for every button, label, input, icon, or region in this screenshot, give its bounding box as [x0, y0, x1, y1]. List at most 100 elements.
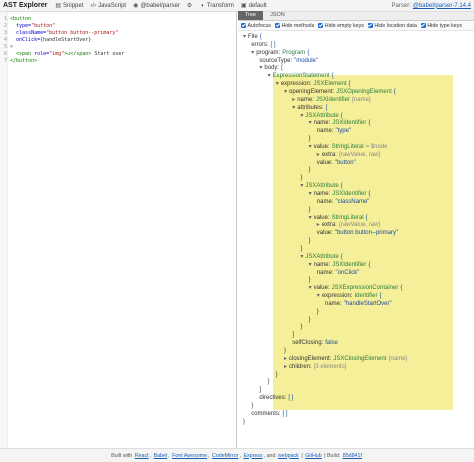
- collapse-icon[interactable]: ▾: [300, 183, 303, 189]
- snippet-menu[interactable]: ▤ Snippet: [55, 2, 83, 10]
- node-key: name:: [313, 191, 331, 197]
- node-key: value:: [313, 214, 330, 221]
- collapse-icon[interactable]: ▾: [284, 89, 287, 95]
- tree-node[interactable]: ▾ name: JSXIdentifier{: [309, 120, 373, 127]
- parser-version-link[interactable]: @babel/parser-7.14.4: [413, 3, 471, 9]
- collapse-icon[interactable]: ▾: [276, 81, 279, 87]
- tree-node[interactable]: ▾ name: JSXIdentifier{: [309, 262, 373, 269]
- tree-node[interactable]: ▾ JSXAttribute{: [300, 113, 344, 120]
- tree-node[interactable]: ▾ attributes:[: [292, 105, 329, 112]
- node-key: value:: [316, 159, 333, 166]
- tree-node[interactable]: ▾ program: Program{: [251, 50, 311, 57]
- tree-node: comments:[ ]: [251, 411, 289, 418]
- tree-node[interactable]: ▾ value: StringLiteral{: [309, 215, 370, 222]
- node-key: name:: [313, 261, 331, 268]
- tree-node: name: "handleStartOver": [325, 301, 394, 308]
- node-type: Identifier: [354, 293, 378, 300]
- tree-node[interactable]: ▸ closingElement: JSXClosingElement {name}: [284, 356, 409, 363]
- option-hide-methods[interactable]: Hide methods: [275, 23, 314, 29]
- default-menu[interactable]: ▣ default: [241, 2, 267, 10]
- collapse-icon[interactable]: ▾: [309, 144, 312, 150]
- footer-link-github[interactable]: GitHub: [305, 453, 322, 459]
- node-key: name:: [313, 120, 331, 127]
- parser-select[interactable]: ◉ @babel/parser: [133, 2, 180, 10]
- tree-node: }: [243, 419, 247, 426]
- collapse-icon[interactable]: ▾: [309, 191, 312, 197]
- collapse-icon[interactable]: ▾: [309, 120, 312, 126]
- node-key: program:: [256, 49, 281, 56]
- footer-link-codemirror[interactable]: CodeMirror: [212, 453, 239, 459]
- node-meta: {name}: [388, 355, 408, 362]
- checkbox-checked[interactable]: [275, 23, 281, 28]
- expand-icon[interactable]: ▸: [317, 152, 320, 158]
- expand-icon[interactable]: ▸: [292, 97, 295, 103]
- tree-node[interactable]: ▾ name: JSXIdentifier{: [309, 191, 373, 198]
- code-icon: ‹/›: [90, 2, 97, 9]
- node-key: expression:: [321, 293, 353, 300]
- node-key: name:: [316, 269, 334, 276]
- node-key: extra:: [321, 222, 337, 229]
- tree-node[interactable]: ▾ body:[: [259, 65, 284, 72]
- tree-node[interactable]: ▸ name: JSXIdentifier {name}: [292, 97, 373, 104]
- expand-icon[interactable]: ▸: [317, 222, 320, 228]
- transform-toggle[interactable]: ◐ Transform: [201, 3, 234, 9]
- code-editor[interactable]: 1 <button 2 type="button" 3 className="butt…: [0, 12, 237, 448]
- collapse-icon[interactable]: ▾: [309, 262, 312, 268]
- checkbox-checked[interactable]: [318, 23, 324, 28]
- tree-node[interactable]: ▸ children: [3 elements]: [284, 364, 348, 371]
- collapse-icon[interactable]: ▾: [268, 73, 271, 79]
- collapse-icon[interactable]: ▾: [259, 65, 262, 71]
- code-token: <span: [10, 51, 35, 57]
- tree-node[interactable]: ▸ extra: {rawValue, raw}: [317, 152, 383, 159]
- footer-link-font-awesome[interactable]: Font Awesome: [172, 453, 207, 459]
- tree-node[interactable]: ▾ expression: Identifier{: [317, 293, 384, 300]
- collapse-icon[interactable]: ▾: [300, 113, 303, 119]
- footer-link-webpack[interactable]: webpack: [278, 453, 299, 459]
- footer-link-build[interactable]: 85d841f: [343, 453, 362, 459]
- tree-node[interactable]: ▾ JSXAttribute{: [300, 183, 344, 190]
- node-type: JSXIdentifier: [315, 96, 350, 103]
- tree-node: value: "button button--primary": [317, 230, 400, 237]
- option-autofocus[interactable]: Autofocus: [241, 23, 271, 29]
- tab-json[interactable]: JSON: [263, 11, 292, 20]
- node-value: {: [340, 253, 343, 260]
- collapse-icon[interactable]: ▾: [243, 34, 246, 40]
- tree-node[interactable]: ▾ value: StringLiteral = $node: [309, 144, 390, 151]
- collapse-icon[interactable]: ▾: [309, 285, 312, 291]
- tree-node: name: "onClick": [317, 270, 362, 277]
- tree-node[interactable]: ▾ openingElement: JSXOpeningElement{: [284, 89, 398, 96]
- tab-tree[interactable]: Tree: [238, 11, 264, 20]
- collapse-icon[interactable]: ▾: [309, 215, 312, 221]
- code-token: <button: [10, 16, 32, 22]
- language-select[interactable]: ‹/› JavaScript: [90, 3, 126, 9]
- option-hide-location-data[interactable]: Hide location data: [367, 23, 417, 29]
- tree-node[interactable]: ▾ value: JSXExpressionContainer{: [309, 285, 405, 292]
- node-key: }: [300, 324, 303, 331]
- tree-node[interactable]: ▾ JSXAttribute{: [300, 254, 344, 261]
- parser-settings-button[interactable]: ⚙: [187, 2, 194, 9]
- checkbox-checked[interactable]: [367, 23, 373, 28]
- expand-icon[interactable]: ▸: [284, 364, 287, 370]
- tree-node[interactable]: ▾ ExpressionStatement{: [268, 73, 336, 80]
- node-type: JSXClosingElement: [333, 355, 387, 362]
- node-key: }: [267, 379, 270, 386]
- collapse-icon[interactable]: ▾: [292, 105, 295, 111]
- tree-node[interactable]: ▾ File{: [243, 34, 264, 41]
- collapse-icon[interactable]: ▾: [251, 50, 254, 56]
- node-meta: {rawValue, raw}: [338, 151, 381, 158]
- footer-link-babel[interactable]: Babel: [154, 453, 168, 459]
- checkbox-checked[interactable]: [241, 23, 246, 28]
- footer-sep: |: [301, 452, 303, 459]
- tree-node[interactable]: ▾ expression: JSXElement{: [276, 81, 353, 88]
- tree-node: }: [284, 348, 288, 355]
- option-hide-empty-keys[interactable]: Hide empty keys: [318, 23, 364, 29]
- collapse-icon[interactable]: ▾: [300, 254, 303, 260]
- checkbox-checked[interactable]: [420, 23, 426, 28]
- option-hide-type-keys[interactable]: Hide type keys: [420, 23, 462, 29]
- tree-node[interactable]: ▸ extra: {rawValue, raw}: [317, 222, 383, 229]
- footer-link-express[interactable]: Express: [243, 453, 262, 459]
- footer-link-react[interactable]: React: [135, 453, 149, 459]
- node-value: "type": [335, 128, 352, 135]
- expand-icon[interactable]: ▸: [284, 356, 287, 362]
- collapse-icon[interactable]: ▾: [317, 293, 320, 299]
